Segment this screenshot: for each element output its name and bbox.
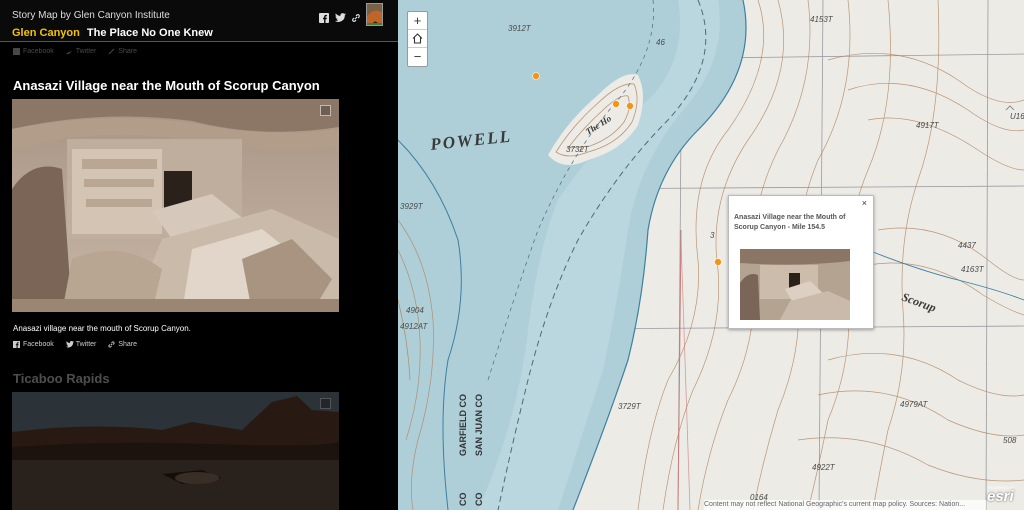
story-header: Story Map by Glen Canyon Institute Glen … [0,0,398,42]
map-label-co: CO [458,493,468,507]
map-elevation: 4979AT [900,400,929,409]
topo-map[interactable]: POWELL Scorup The Ho GARFIELD CO SAN JUA… [398,0,1024,510]
link-icon[interactable] [351,10,361,22]
map-label-co: CO [474,493,484,507]
header-share-icons [319,10,361,23]
map-elevation: 4163T [961,265,985,274]
twitter-label: Twitter [75,341,97,348]
twitter-share[interactable]: Twitter [65,48,97,55]
link-icon [108,341,115,348]
map-attribution: Content may not reflect National Geograp… [704,500,986,510]
story-title: Glen Canyon The Place No One Knew [12,27,213,39]
map-elevation: U16 [1010,112,1024,121]
map-elevation: 4922T [812,463,836,472]
map-elevation: 3729T [618,402,642,411]
facebook-icon [13,341,20,348]
section-caption: Anasazi village near the mouth of Scorup… [13,324,191,333]
institute-logo[interactable] [366,3,383,26]
link-share[interactable]: Share [108,48,137,55]
home-icon [412,33,423,44]
section-title: Anasazi Village near the Mouth of Scorup… [13,78,320,93]
zoom-in-button[interactable]: + [408,12,427,30]
map-elevation: 4904 [406,306,424,315]
share-row: Facebook Twitter Share [13,340,137,348]
map-view[interactable]: POWELL Scorup The Ho GARFIELD CO SAN JUA… [398,0,1024,510]
popup-title: Anasazi Village near the Mouth of Scorup… [734,214,846,231]
facebook-icon[interactable] [319,10,329,23]
map-point[interactable] [612,100,620,108]
map-popup: × Anasazi Village near the Mouth of Scor… [728,195,874,329]
facebook-icon [13,48,20,55]
map-elevation: 3732T [566,145,590,154]
map-elevation: 3912T [508,24,532,33]
map-point[interactable] [626,102,634,110]
share-label: Share [118,48,138,55]
facebook-share[interactable]: Facebook [13,48,54,55]
share-label: Share [118,341,138,348]
home-button[interactable] [408,30,427,48]
map-elevation: 3 [710,231,715,240]
twitter-label: Twitter [75,48,97,55]
section-photo-anasazi[interactable] [12,99,339,312]
section-title[interactable]: Ticaboo Rapids [13,371,110,386]
map-label-garfield: GARFIELD CO [458,394,468,456]
zoom-out-button[interactable]: − [408,48,427,66]
twitter-icon [65,340,74,348]
story-title-highlight: Glen Canyon [12,27,80,39]
map-elevation: 4153T [810,15,834,24]
map-point[interactable] [532,72,540,80]
popup-image[interactable] [740,249,850,320]
share-row-top: Facebook Twitter Share [13,48,137,55]
link-icon [108,48,115,55]
story-title-rest: The Place No One Knew [86,27,213,39]
map-elevation: 4437 [958,241,976,250]
facebook-share[interactable]: Facebook [13,341,54,348]
story-panel: Story Map by Glen Canyon Institute Glen … [0,0,398,510]
zoom-controls: + − [407,11,428,67]
facebook-label: Facebook [23,48,54,55]
map-elevation: 3929T [400,202,424,211]
section-photo-ticaboo[interactable] [12,392,339,510]
map-label-sanjuan: SAN JUAN CO [474,394,484,456]
link-share[interactable]: Share [108,341,137,348]
expand-icon[interactable] [320,398,331,409]
popup-close-button[interactable]: × [862,198,867,208]
map-elevation: 508 [1003,436,1017,445]
esri-logo[interactable]: esri [987,488,1014,505]
map-elevation: 46 [656,38,665,47]
facebook-label: Facebook [23,341,54,348]
twitter-share[interactable]: Twitter [65,340,97,348]
expand-icon[interactable] [320,105,331,116]
map-point-selected[interactable] [714,258,722,266]
map-elevation: 4917T [916,121,940,130]
twitter-icon[interactable] [335,10,346,22]
map-elevation: 4912AT [400,322,429,331]
byline: Story Map by Glen Canyon Institute [12,10,170,21]
twitter-icon [65,48,73,55]
